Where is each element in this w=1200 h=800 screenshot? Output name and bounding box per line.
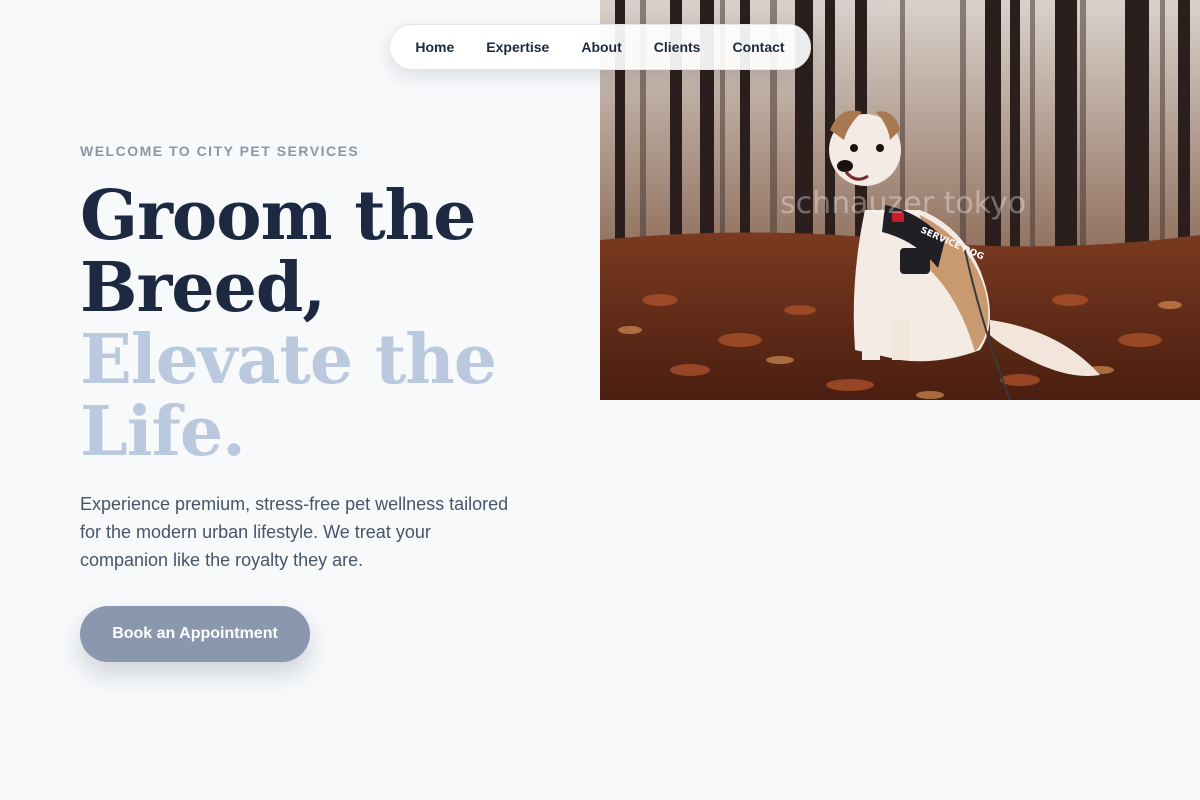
headline-line-4: Life. bbox=[80, 392, 246, 472]
nav-contact[interactable]: Contact bbox=[732, 39, 784, 55]
hero-eyebrow: WELCOME TO CITY PET SERVICES bbox=[80, 143, 360, 159]
nav-expertise[interactable]: Expertise bbox=[486, 39, 549, 55]
book-appointment-button[interactable]: Book an Appointment bbox=[80, 606, 310, 662]
main-navigation: Home Expertise About Clients Contact bbox=[389, 24, 811, 70]
hero-description: Experience premium, stress-free pet well… bbox=[80, 494, 509, 570]
hero-headline: Groom the Breed, Elevate the Life. bbox=[80, 176, 497, 472]
nav-home[interactable]: Home bbox=[415, 39, 454, 55]
headline-line-1: Groom the bbox=[80, 176, 476, 256]
nav-about[interactable]: About bbox=[581, 39, 621, 55]
headline-line-3: Elevate the bbox=[80, 320, 497, 400]
nav-clients[interactable]: Clients bbox=[654, 39, 701, 55]
headline-line-2: Breed, bbox=[80, 248, 326, 328]
